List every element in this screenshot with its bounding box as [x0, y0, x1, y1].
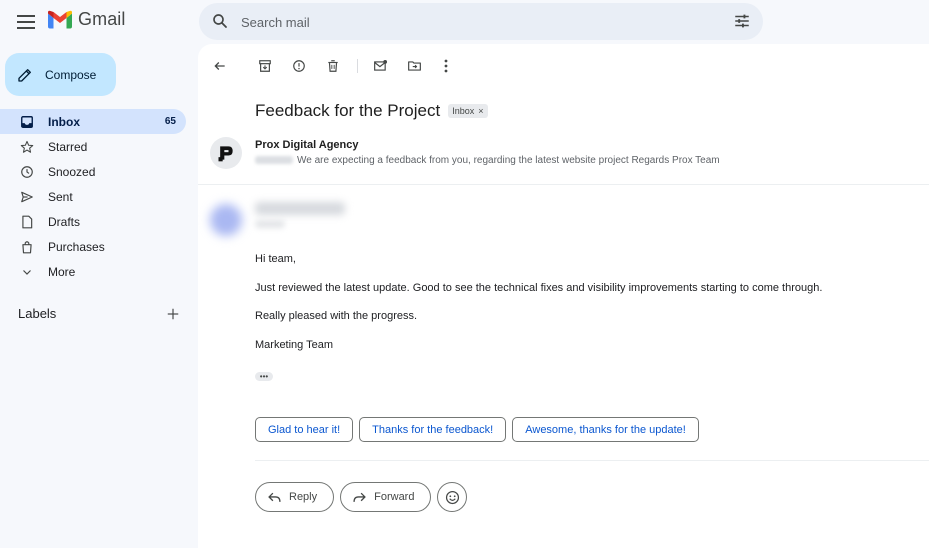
message-divider	[198, 184, 929, 185]
sender-avatar	[210, 137, 242, 169]
trash-icon	[328, 60, 338, 72]
top-bar: Gmail	[0, 0, 929, 44]
delete-button[interactable]	[323, 56, 343, 76]
reply-button[interactable]: Reply	[255, 482, 335, 512]
message-view: Feedback for the Project Inbox × Prox Di…	[198, 44, 929, 548]
draft-icon	[19, 214, 35, 230]
body-paragraph: Marketing Team	[255, 338, 334, 351]
reply-actions: Reply Forward	[255, 482, 468, 512]
search-bar[interactable]	[199, 3, 763, 40]
redacted-avatar	[210, 204, 242, 236]
send-icon	[19, 189, 35, 205]
move-to-folder-icon	[407, 61, 421, 71]
smart-reply-2[interactable]: Thanks for the feedback!	[359, 417, 507, 442]
sidebar-item-label: Sent	[48, 189, 73, 204]
label-chip-text: Inbox	[452, 106, 475, 116]
smart-reply-1[interactable]: Glad to hear it!	[255, 417, 354, 442]
gmail-m-icon	[48, 10, 72, 29]
show-trimmed-content-button[interactable]: •••	[255, 372, 273, 381]
sidebar-item-purchases[interactable]: Purchases	[0, 234, 186, 259]
message-snippet: We are expecting a feedback from you, re…	[255, 155, 720, 166]
app-name: Gmail	[78, 9, 126, 29]
more-vert-icon	[444, 59, 448, 73]
archive-icon	[259, 60, 271, 72]
remove-label-icon[interactable]: ×	[478, 106, 483, 116]
mark-unread-icon	[373, 60, 387, 71]
purchases-icon	[19, 239, 35, 255]
sidebar-item-starred[interactable]: Starred	[0, 134, 186, 159]
more-options-button[interactable]	[436, 56, 456, 76]
sidebar-item-label: Purchases	[48, 239, 105, 254]
hamburger-icon	[17, 15, 35, 29]
sidebar-item-snoozed[interactable]: Snoozed	[0, 159, 186, 184]
agency-logo-icon	[218, 146, 233, 162]
sender-name: Prox Digital Agency	[255, 139, 359, 151]
smart-reply-3[interactable]: Awesome, thanks for the update!	[512, 417, 699, 442]
search-options-icon[interactable]	[733, 12, 751, 30]
main-menu-button[interactable]	[14, 10, 38, 34]
inbox-label-chip[interactable]: Inbox ×	[448, 104, 488, 118]
redacted-text	[255, 156, 293, 165]
labels-section-header: Labels	[18, 306, 180, 321]
reply-label: Reply	[289, 491, 318, 503]
arrow-left-icon	[214, 62, 225, 70]
add-label-icon[interactable]	[166, 307, 180, 321]
report-spam-icon	[293, 60, 305, 72]
sidebar-item-drafts[interactable]: Drafts	[0, 209, 186, 234]
reply-divider	[255, 460, 929, 461]
pencil-icon	[18, 68, 31, 82]
search-input[interactable]	[241, 11, 701, 33]
sidebar-item-label: Drafts	[48, 214, 81, 229]
gmail-logo[interactable]: Gmail	[48, 9, 126, 30]
message-body: Hi team, Just reviewed the latest update…	[255, 253, 822, 367]
sidebar-item-sent[interactable]: Sent	[0, 184, 186, 209]
subject-line: Feedback for the Project Inbox ×	[255, 101, 488, 121]
sidebar-item-label: Inbox	[48, 114, 80, 129]
compose-button[interactable]: Compose	[5, 53, 116, 96]
message-toolbar	[210, 56, 456, 76]
sidebar-item-label: Snoozed	[48, 164, 96, 179]
report-spam-button[interactable]	[289, 56, 309, 76]
smart-replies: Glad to hear it! Thanks for the feedback…	[255, 417, 699, 442]
body-paragraph: Just reviewed the latest update. Good to…	[255, 281, 823, 294]
mark-unread-button[interactable]	[370, 56, 390, 76]
toolbar-divider	[357, 59, 358, 73]
compose-label: Compose	[45, 67, 97, 82]
sidebar-item-label: Starred	[48, 139, 88, 154]
emoji-reaction-button[interactable]	[437, 482, 468, 512]
forward-icon	[353, 492, 366, 502]
sidebar-item-inbox[interactable]: Inbox 65	[0, 109, 186, 134]
reply-icon	[268, 492, 281, 502]
collapsed-message[interactable]: Prox Digital Agency We are expecting a f…	[210, 137, 925, 185]
sidebar-item-more[interactable]: More	[0, 259, 186, 284]
snippet-text: We are expecting a feedback from you, re…	[297, 155, 720, 166]
redacted-sender-name	[255, 202, 345, 215]
move-to-button[interactable]	[404, 56, 424, 76]
search-icon[interactable]	[211, 12, 229, 30]
archive-button[interactable]	[255, 56, 275, 76]
sidebar-item-label: More	[48, 264, 76, 279]
clock-icon	[19, 164, 35, 180]
redacted-recipient	[255, 220, 285, 228]
inbox-icon	[19, 114, 35, 130]
forward-label: Forward	[374, 491, 415, 503]
body-paragraph: Hi team,	[255, 253, 296, 265]
sidebar-nav: Inbox 65 Starred Snoozed Sent Drafts Pur…	[0, 109, 186, 284]
star-icon	[19, 139, 35, 155]
chevron-down-icon	[19, 264, 35, 280]
labels-heading: Labels	[18, 306, 57, 321]
smiley-icon	[445, 490, 460, 504]
back-button[interactable]	[210, 56, 230, 76]
forward-button[interactable]: Forward	[340, 482, 432, 512]
body-paragraph: Really pleased with the progress.	[255, 310, 418, 322]
email-subject: Feedback for the Project	[255, 101, 441, 120]
unread-count: 65	[164, 116, 176, 127]
